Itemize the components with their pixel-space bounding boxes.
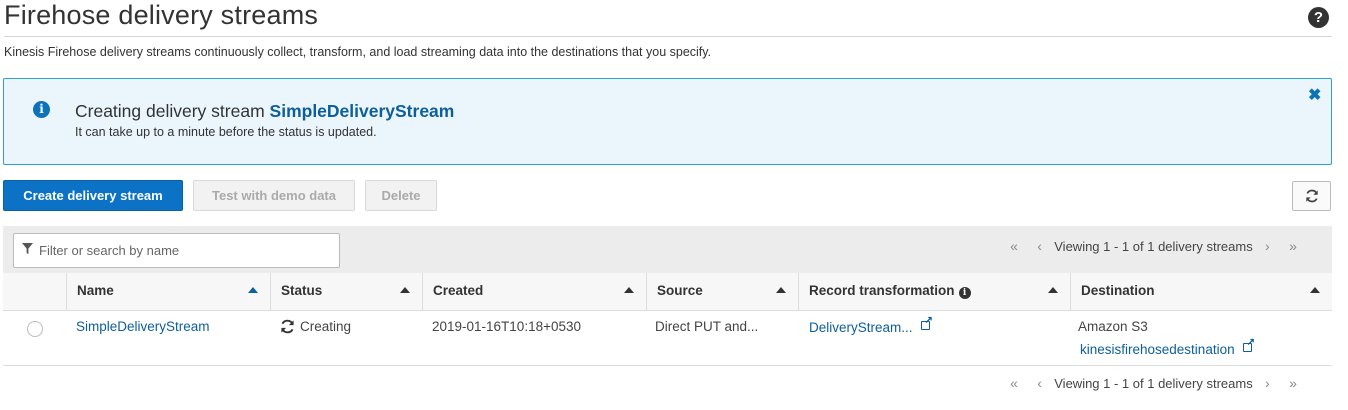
column-header-created[interactable]: Created bbox=[422, 273, 646, 311]
flash-title-prefix: Creating delivery stream bbox=[75, 101, 270, 121]
status-text: Creating bbox=[300, 319, 352, 334]
table-row[interactable]: SimpleDeliveryStream Creating 2019-01-16… bbox=[3, 311, 1332, 366]
external-link-icon[interactable]: ↗ bbox=[1242, 338, 1255, 353]
row-select-radio[interactable] bbox=[27, 321, 43, 337]
select-column-header bbox=[3, 273, 66, 311]
sort-icon[interactable] bbox=[248, 287, 258, 293]
column-header-label: Status bbox=[281, 283, 323, 298]
help-icon[interactable]: ? bbox=[1308, 7, 1329, 28]
destination-type-cell: Amazon S3 bbox=[1078, 319, 1148, 334]
pager-top: « ‹ Viewing 1 - 1 of 1 delivery streams … bbox=[1003, 238, 1304, 258]
status-cell: Creating bbox=[280, 319, 351, 336]
info-icon: i bbox=[33, 101, 50, 118]
column-header-label: Record transformation bbox=[809, 283, 955, 298]
column-header-label: Source bbox=[657, 283, 703, 298]
pager-bottom: « ‹ Viewing 1 - 1 of 1 delivery streams … bbox=[1003, 375, 1304, 391]
transformation-link[interactable]: DeliveryStream... bbox=[809, 320, 913, 335]
column-header-status[interactable]: Status bbox=[270, 273, 422, 311]
destination-link[interactable]: kinesisfirehosedestination bbox=[1080, 342, 1235, 357]
prev-page-icon[interactable]: ‹ bbox=[1029, 375, 1051, 391]
page-title: Firehose delivery streams bbox=[4, 0, 319, 30]
filter-box[interactable] bbox=[13, 233, 340, 268]
column-header-label: Created bbox=[433, 283, 484, 298]
column-header-source[interactable]: Source bbox=[646, 273, 798, 311]
test-with-demo-data-button[interactable]: Test with demo data bbox=[193, 180, 355, 211]
pager-text: Viewing 1 - 1 of 1 delivery streams bbox=[1054, 239, 1253, 254]
delivery-streams-table: « ‹ Viewing 1 - 1 of 1 delivery streams … bbox=[3, 226, 1332, 367]
first-page-icon[interactable]: « bbox=[1003, 375, 1025, 391]
sort-icon[interactable] bbox=[400, 287, 410, 293]
info-icon[interactable]: i bbox=[958, 287, 971, 299]
first-page-icon[interactable]: « bbox=[1003, 238, 1025, 254]
sort-icon[interactable] bbox=[1048, 287, 1058, 293]
flash-title: Creating delivery stream SimpleDeliveryS… bbox=[75, 101, 454, 122]
filter-icon bbox=[22, 243, 33, 257]
source-cell: Direct PUT and... bbox=[655, 319, 759, 334]
created-cell: 2019-01-16T10:18+0530 bbox=[432, 319, 582, 334]
external-link-icon[interactable]: ↗ bbox=[920, 316, 933, 331]
delete-button[interactable]: Delete bbox=[365, 180, 437, 211]
last-page-icon[interactable]: » bbox=[1282, 375, 1304, 391]
next-page-icon[interactable]: › bbox=[1256, 375, 1278, 391]
transformation-cell: DeliveryStream... ↗ bbox=[809, 316, 933, 336]
column-header-destination[interactable]: Destination bbox=[1070, 273, 1332, 311]
last-page-icon[interactable]: » bbox=[1282, 238, 1304, 254]
sort-icon[interactable] bbox=[776, 287, 786, 293]
next-page-icon[interactable]: › bbox=[1256, 238, 1278, 254]
filter-input[interactable] bbox=[39, 240, 329, 261]
refresh-icon bbox=[1305, 189, 1318, 203]
prev-page-icon[interactable]: ‹ bbox=[1029, 238, 1051, 254]
pager-text: Viewing 1 - 1 of 1 delivery streams bbox=[1054, 376, 1253, 391]
column-header-name[interactable]: Name bbox=[66, 273, 270, 311]
close-icon[interactable]: ✖ bbox=[1308, 85, 1321, 105]
table-toolbar: « ‹ Viewing 1 - 1 of 1 delivery streams … bbox=[3, 226, 1332, 273]
column-header-label: Name bbox=[77, 283, 114, 298]
refresh-icon bbox=[280, 319, 295, 336]
table-header: Name Status Created Source Record transf… bbox=[3, 273, 1332, 311]
stream-name-link[interactable]: SimpleDeliveryStream bbox=[76, 319, 210, 334]
refresh-button[interactable] bbox=[1292, 181, 1331, 211]
page-description: Kinesis Firehose delivery streams contin… bbox=[4, 45, 712, 59]
flash-subtitle: It can take up to a minute before the st… bbox=[75, 125, 377, 139]
create-delivery-stream-button[interactable]: Create delivery stream bbox=[3, 180, 183, 211]
sort-icon[interactable] bbox=[624, 287, 634, 293]
column-header-label: Destination bbox=[1081, 283, 1155, 298]
destination-cell: kinesisfirehosedestination ↗ bbox=[1080, 338, 1255, 358]
title-divider bbox=[4, 36, 1332, 37]
flash-stream-name: SimpleDeliveryStream bbox=[269, 101, 455, 121]
sort-icon[interactable] bbox=[1310, 287, 1320, 293]
column-header-transformation[interactable]: Record transformation i bbox=[798, 273, 1070, 311]
flash-message: i Creating delivery stream SimpleDeliver… bbox=[3, 78, 1332, 165]
